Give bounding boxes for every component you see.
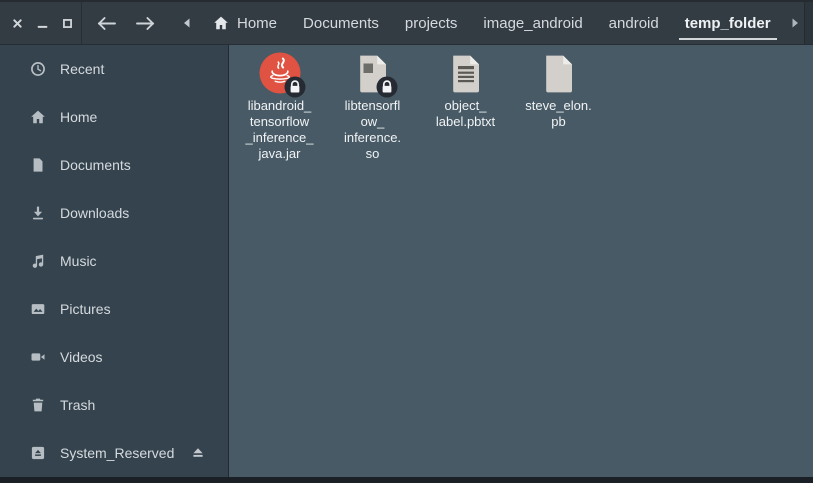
file-libtensorflow_inference.so[interactable]: libtensorflow_inference.so <box>326 52 419 162</box>
chevron-right-icon <box>790 17 800 29</box>
sidebar-item-music[interactable]: Music <box>0 237 228 285</box>
window-bottom-border <box>0 477 813 483</box>
java-jar-icon <box>259 52 301 94</box>
window-controls <box>0 2 82 44</box>
close-icon <box>10 16 25 31</box>
file-libandroid_tensorflow_inference_java.jar[interactable]: libandroid_tensorflow_inference_java.jar <box>233 52 326 162</box>
eject-button[interactable] <box>190 445 206 461</box>
file-name-label: libandroid_tensorflow_inference_java.jar <box>246 98 314 162</box>
file-object_label.pbtxt[interactable]: object_label.pbtxt <box>419 52 512 130</box>
breadcrumb-projects[interactable]: projects <box>392 2 471 44</box>
sidebar: Recent Home Documents Downloads Music Pi… <box>0 45 229 477</box>
lock-emblem-icon <box>284 76 306 98</box>
generic-file-icon <box>543 52 575 94</box>
sidebar-item-downloads[interactable]: Downloads <box>0 189 228 237</box>
video-camera-icon <box>30 349 46 365</box>
trash-icon <box>30 397 46 413</box>
sidebar-item-videos[interactable]: Videos <box>0 333 228 381</box>
sidebar-item-documents[interactable]: Documents <box>0 141 228 189</box>
music-note-icon <box>30 253 46 269</box>
breadcrumb-android[interactable]: android <box>596 2 672 44</box>
forward-button[interactable] <box>134 2 158 44</box>
sidebar-item-trash[interactable]: Trash <box>0 381 228 429</box>
maximize-icon <box>60 16 75 31</box>
lock-emblem-icon <box>376 76 398 98</box>
minimize-button[interactable] <box>30 2 55 44</box>
clock-icon <box>30 61 46 77</box>
titlebar: Home Documents projects image_android an… <box>0 0 813 45</box>
maximize-button[interactable] <box>55 2 80 44</box>
close-button[interactable] <box>5 2 30 44</box>
breadcrumb-Documents[interactable]: Documents <box>290 2 392 44</box>
home-icon <box>30 109 46 125</box>
sidebar-item-home[interactable]: Home <box>0 93 228 141</box>
pathbar-scroll-left-button[interactable] <box>180 2 194 44</box>
sidebar-item-recent[interactable]: Recent <box>0 45 228 93</box>
home-icon <box>213 15 229 31</box>
sidebar-item-pictures[interactable]: Pictures <box>0 285 228 333</box>
titlebar-right-edge <box>804 2 813 44</box>
file-name-label: libtensorflow_inference.so <box>344 98 401 162</box>
sidebar-item-system_reserved[interactable]: System_Reserved <box>0 429 228 477</box>
breadcrumb: Home Documents projects image_android an… <box>200 2 784 44</box>
document-icon <box>30 157 46 173</box>
file-name-label: object_label.pbtxt <box>436 98 495 130</box>
back-button[interactable] <box>94 2 118 44</box>
download-icon <box>30 205 46 221</box>
file-manager-window: Home Documents projects image_android an… <box>0 0 813 483</box>
binary-file-icon <box>357 52 389 94</box>
file-steve_elon.pb[interactable]: steve_elon.pb <box>512 52 605 130</box>
pathbar-overflow-button[interactable] <box>788 2 802 44</box>
minimize-icon <box>35 16 50 31</box>
breadcrumb-image_android[interactable]: image_android <box>470 2 595 44</box>
file-view[interactable]: libandroid_tensorflow_inference_java.jar… <box>229 45 813 477</box>
image-icon <box>30 301 46 317</box>
arrow-left-icon <box>95 15 117 32</box>
chevron-left-icon <box>182 17 192 29</box>
arrow-right-icon <box>135 15 157 32</box>
breadcrumb-Home[interactable]: Home <box>200 2 290 44</box>
file-name-label: steve_elon.pb <box>525 98 592 130</box>
breadcrumb-temp_folder[interactable]: temp_folder <box>672 2 784 44</box>
drive-icon <box>30 445 46 461</box>
text-file-icon <box>450 52 482 94</box>
